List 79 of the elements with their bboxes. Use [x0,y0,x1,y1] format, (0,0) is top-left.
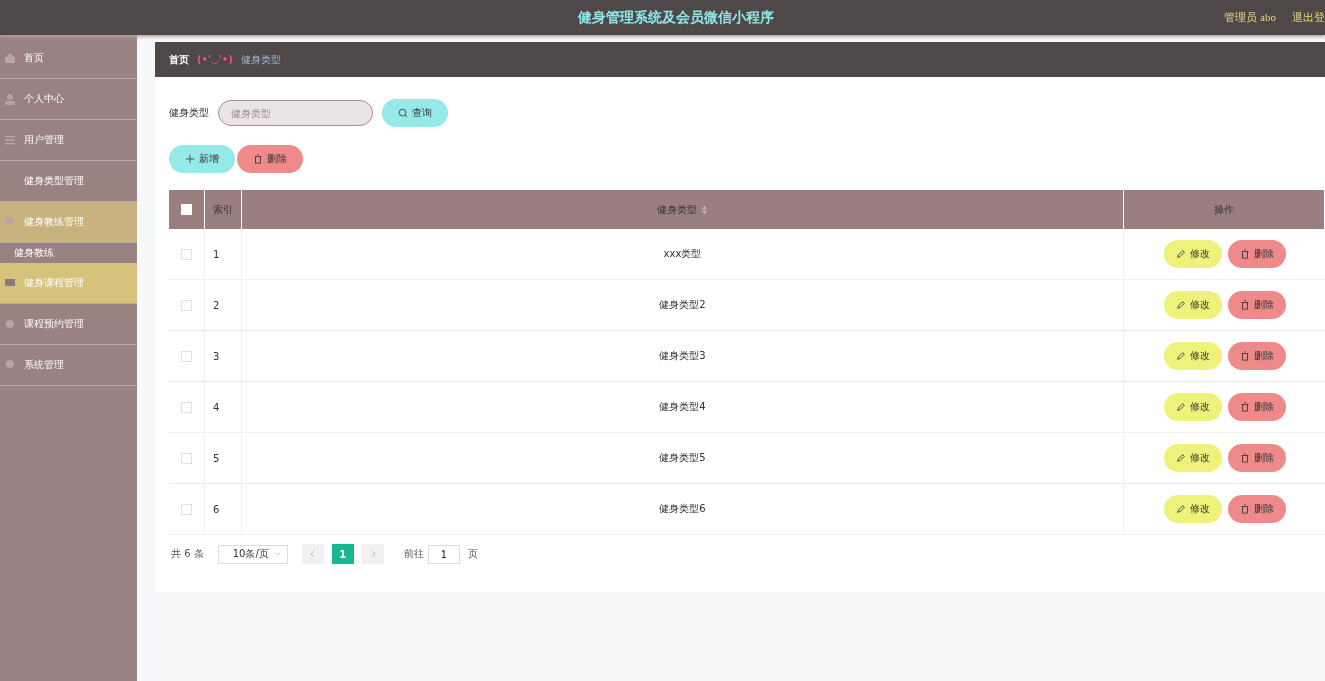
trash-icon [253,154,263,164]
add-button[interactable]: 新增 [169,145,235,173]
column-header: 索引 [213,202,233,217]
search-icon [398,108,408,118]
column-header[interactable]: 健身类型 [657,202,697,217]
row-checkbox[interactable] [181,503,192,515]
monitor-icon [4,277,16,289]
pencil-icon [1175,504,1186,514]
sidebar-item[interactable]: 用户管理 [0,120,137,161]
table-cell: 健身类型4 [659,400,706,414]
list-icon [4,134,16,146]
total-count: 共 6 条 [171,547,204,561]
page-size-select[interactable]: 10条/页 [217,544,288,564]
pencil-icon [1175,402,1186,412]
previous-page-icon[interactable] [301,544,324,564]
sidebar-item[interactable]: 个人中心 [0,79,137,120]
edit-button[interactable]: 修改 [1163,240,1222,268]
edit-button[interactable]: 修改 [1163,495,1222,523]
delete-button[interactable]: 删除 [1227,393,1286,421]
row-checkbox[interactable] [181,452,192,464]
search-button[interactable]: 查询 [382,99,448,127]
logout-link[interactable]: 退出登 [1292,10,1325,25]
edit-button[interactable]: 修改 [1163,342,1222,370]
table-cell: 健身类型6 [659,502,706,516]
delete-button[interactable]: 删除 [1227,495,1286,523]
user-name: 管理员 abo [1224,10,1276,25]
trash-icon [1239,504,1250,514]
row-checkbox[interactable] [181,299,192,311]
edit-button[interactable]: 修改 [1163,291,1222,319]
table-cell: 2 [213,299,220,311]
table-cell: 3 [213,350,220,362]
table-cell: 健身类型3 [659,349,706,363]
pencil-icon [1175,300,1186,310]
delete-button[interactable]: 删除 [1227,342,1286,370]
sidebar-item[interactable]: 系统管理 [0,345,137,386]
edit-button[interactable]: 修改 [1163,444,1222,472]
sidebar-subitem[interactable]: 健身教练 [0,243,137,263]
search-label: 健身类型 [169,106,209,120]
plus-icon [185,154,195,164]
trash-icon [1239,453,1250,463]
table-cell: 6 [213,503,220,515]
row-checkbox[interactable] [181,401,192,413]
person-icon [4,93,16,105]
breadcrumb-home[interactable]: 首页 [169,52,189,67]
table-cell: 1 [213,248,220,260]
table-cell: 4 [213,401,220,413]
table-cell: xxx类型 [663,247,702,261]
page-input[interactable]: 1 [427,544,460,564]
row-checkbox[interactable] [181,248,192,260]
pencil-icon [1175,453,1186,463]
next-page-icon[interactable] [361,544,384,564]
table-cell: 健身类型2 [659,298,706,312]
page-unit: 页 [467,547,478,561]
breadcrumb-current: 健身类型 [240,52,281,67]
edit-button[interactable]: 修改 [1163,393,1222,421]
sort-icon[interactable] [701,204,708,215]
search-field[interactable]: 健身类型 [218,100,373,126]
trash-icon [1239,249,1250,259]
pencil-icon [1175,351,1186,361]
select-all-checkbox[interactable] [181,204,192,215]
goto-label: 前往 [403,547,424,561]
chevron-down-icon [274,552,281,556]
sidebar-item[interactable]: 课程预约管理 [0,304,137,345]
delete-button[interactable]: 删除 [1227,240,1286,268]
table-cell: 健身类型5 [659,451,706,465]
delete-button[interactable]: 删除 [237,145,303,173]
row-checkbox[interactable] [181,350,192,362]
pencil-icon [1175,249,1186,259]
trash-icon [1239,402,1250,412]
sidebar-item[interactable]: 首页 [0,38,137,79]
delete-button[interactable]: 删除 [1227,291,1286,319]
table-cell: 5 [213,452,220,464]
trash-icon [1239,300,1250,310]
trash-icon [1239,351,1250,361]
home-icon [4,52,16,64]
app-title: 健身管理系统及会员微信小程序 [578,8,774,27]
column-header: 操作 [1214,202,1234,217]
delete-button[interactable]: 删除 [1227,444,1286,472]
breadcrumb-separator: (•'◡'•) [197,54,233,65]
